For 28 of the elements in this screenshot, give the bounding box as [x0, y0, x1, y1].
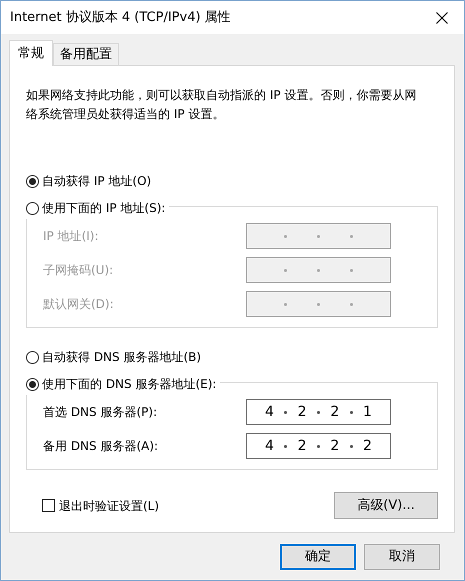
ok-button[interactable]: 确定 [280, 544, 356, 570]
tab[interactable]: 备用配置 [53, 43, 119, 65]
option-label[interactable]: 使用下面的 IP 地址(S): [42, 199, 166, 217]
radio-button[interactable] [26, 378, 39, 390]
radio-button[interactable] [26, 202, 39, 214]
tab[interactable]: 常规 [9, 40, 53, 66]
field-label: 子网掩码(U): [43, 262, 114, 279]
cancel-button[interactable]: 取消 [364, 544, 440, 570]
radio-button[interactable] [26, 174, 39, 188]
description-text: 如果网络支持此功能，则可以获取自动指派的 IP 设置。否则，你需要从网络系统管理员处获得适当的 IP 设置。 [26, 87, 418, 123]
ip-address-field[interactable] [246, 223, 391, 249]
window-title: Internet 协议版本 4 (TCP/IPv4) 属性 [10, 8, 232, 27]
ip-address-field[interactable] [246, 257, 391, 283]
ip-address-field[interactable]: 4 2 2 1 [246, 399, 391, 425]
option-label[interactable]: 使用下面的 DNS 服务器地址(E): [42, 375, 216, 393]
option-label[interactable]: 自动获得 IP 地址(O) [42, 172, 152, 190]
close-icon [436, 12, 448, 24]
ip-address-field[interactable]: 4 2 2 2 [246, 433, 391, 459]
checkbox[interactable] [42, 499, 55, 512]
advanced-button[interactable]: 高级(V)... [334, 492, 438, 519]
radio-button[interactable] [26, 350, 39, 364]
checkbox-label[interactable]: 退出时验证设置(L) [59, 496, 160, 514]
field-label: IP 地址(I): [43, 228, 100, 245]
ip-address-field[interactable] [246, 291, 391, 317]
field-label: 首选 DNS 服务器(P): [43, 404, 158, 421]
field-label: 备用 DNS 服务器(A): [43, 438, 160, 455]
field-label: 默认网关(D): [43, 296, 115, 313]
option-label[interactable]: 自动获得 DNS 服务器地址(B) [42, 348, 202, 366]
